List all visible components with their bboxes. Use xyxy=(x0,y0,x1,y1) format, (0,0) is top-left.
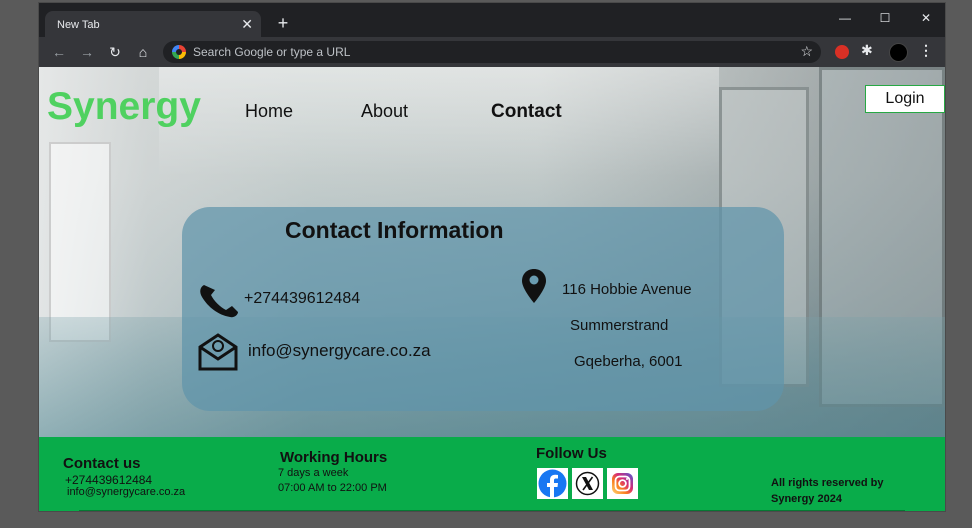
hero-ceiling xyxy=(159,67,719,177)
nav-home-link[interactable]: Home xyxy=(245,101,293,122)
site-footer: Contact us +274439612484 info@synergycar… xyxy=(39,437,945,511)
minimize-button[interactable]: — xyxy=(834,8,856,28)
copyright-line-1: All rights reserved by xyxy=(771,477,884,489)
browser-toolbar: ← → ↻ ⌂ ☆ ✱ ⋮ xyxy=(39,37,945,67)
web-page: Synergy Home About Contact Login Contact… xyxy=(39,67,945,511)
profile-avatar[interactable] xyxy=(889,43,908,62)
google-icon xyxy=(172,45,186,59)
tab-strip: New Tab ✕ + — ☐ ✕ xyxy=(39,3,945,39)
contact-card-title: Contact Information xyxy=(285,217,504,243)
nav-contact-link[interactable]: Contact xyxy=(491,101,562,123)
extension-icon[interactable] xyxy=(835,45,849,59)
browser-menu-icon[interactable]: ⋮ xyxy=(919,42,933,59)
nav-about-link[interactable]: About xyxy=(361,101,408,122)
forward-button[interactable]: → xyxy=(77,42,97,62)
close-window-button[interactable]: ✕ xyxy=(915,8,937,28)
contact-card: Contact Information +274439612484 info@s… xyxy=(182,207,784,411)
address-line-3: Gqeberha, 6001 xyxy=(574,353,683,370)
location-pin-icon xyxy=(522,269,546,303)
browser-window: New Tab ✕ + — ☐ ✕ ← → ↻ ⌂ ☆ ✱ ⋮ Synergy xyxy=(38,2,946,512)
bookmark-star-icon[interactable]: ☆ xyxy=(800,43,813,60)
footer-divider xyxy=(79,510,905,511)
address-line-1: 116 Hobbie Avenue xyxy=(562,281,692,298)
footer-hours-days: 7 days a week xyxy=(278,467,349,479)
tab-title: New Tab xyxy=(57,19,100,31)
home-button[interactable]: ⌂ xyxy=(133,42,153,62)
footer-email[interactable]: info@synergycare.co.za xyxy=(67,486,185,498)
extensions-puzzle-icon[interactable]: ✱ xyxy=(861,42,873,59)
instagram-icon[interactable] xyxy=(607,468,638,499)
tab-close-icon[interactable]: ✕ xyxy=(241,16,253,32)
footer-contact-heading: Contact us xyxy=(63,455,141,472)
footer-follow-heading: Follow Us xyxy=(536,445,607,462)
tab-new-tab[interactable]: New Tab ✕ xyxy=(45,11,261,39)
email-icon xyxy=(198,333,238,371)
hero-window-left xyxy=(49,142,111,342)
facebook-icon[interactable] xyxy=(537,468,568,499)
site-logo[interactable]: Synergy xyxy=(47,85,201,129)
footer-copyright: All rights reserved by Synergy 2024 xyxy=(771,475,921,507)
reload-button[interactable]: ↻ xyxy=(105,42,125,62)
back-button[interactable]: ← xyxy=(49,42,69,62)
phone-icon xyxy=(200,285,238,318)
new-tab-button[interactable]: + xyxy=(273,13,293,33)
x-icon[interactable] xyxy=(572,468,603,499)
footer-hours-time: 07:00 AM to 22:00 PM xyxy=(278,482,387,494)
maximize-button[interactable]: ☐ xyxy=(874,8,896,28)
footer-hours-heading: Working Hours xyxy=(280,449,388,466)
footer-phone[interactable]: +274439612484 xyxy=(65,473,152,487)
login-button[interactable]: Login xyxy=(865,85,945,113)
address-line-2: Summerstrand xyxy=(570,317,669,334)
omnibox-input[interactable] xyxy=(193,41,773,63)
copyright-line-2: Synergy 2024 xyxy=(771,493,842,505)
contact-phone[interactable]: +274439612484 xyxy=(244,290,360,308)
hero-background: Synergy Home About Contact Login Contact… xyxy=(39,67,945,437)
address-bar[interactable]: ☆ xyxy=(163,41,821,63)
contact-email[interactable]: info@synergycare.co.za xyxy=(248,341,431,361)
